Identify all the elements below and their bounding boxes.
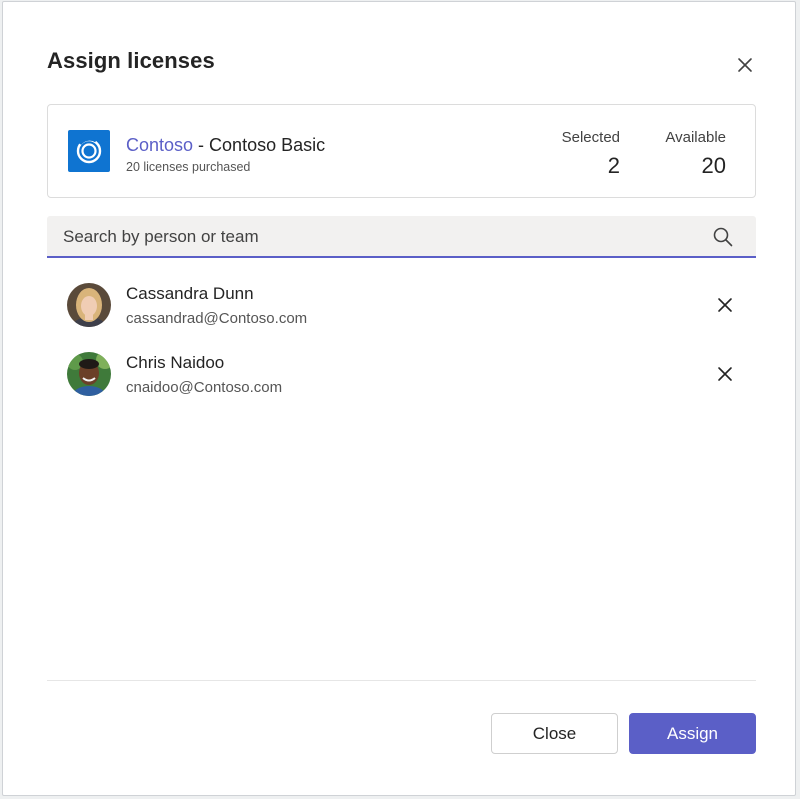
contoso-ring-icon (68, 130, 110, 172)
remove-person-button[interactable] (714, 294, 736, 316)
close-icon (718, 367, 732, 381)
search-input[interactable] (47, 216, 705, 258)
selected-person-row: Cassandra Dunn cassandrad@Contoso.com (67, 283, 757, 333)
remove-person-button[interactable] (714, 363, 736, 385)
footer-divider (47, 680, 756, 681)
selected-label: Selected (561, 129, 620, 146)
person-email: cassandrad@Contoso.com (126, 310, 308, 327)
license-summary-card: Contoso - Contoso Basic 20 licenses purc… (47, 104, 756, 198)
available-value: 20 (701, 153, 726, 178)
dialog-title: Assign licenses (47, 48, 215, 73)
assign-button[interactable]: Assign (629, 713, 756, 754)
person-name: Cassandra Dunn (126, 284, 254, 303)
license-product-name: Contoso - Contoso Basic (126, 135, 325, 156)
avatar (67, 352, 111, 396)
search-box (47, 216, 756, 258)
close-button[interactable]: Close (491, 713, 618, 754)
dialog-close-button[interactable] (733, 53, 757, 77)
person-email: cnaidoo@Contoso.com (126, 379, 283, 396)
close-icon (738, 58, 752, 72)
assign-licenses-dialog: Assign licenses Contoso - Contoso Basic … (2, 1, 796, 796)
selected-value: 2 (607, 153, 620, 178)
person-name: Chris Naidoo (126, 353, 225, 372)
selected-person-row: Chris Naidoo cnaidoo@Contoso.com (67, 352, 757, 402)
license-separator: - (193, 135, 210, 155)
avatar (67, 283, 111, 327)
close-icon (718, 298, 732, 312)
selected-stat: Selected 2 (548, 129, 620, 179)
available-label: Available (665, 129, 726, 146)
license-brand[interactable]: Contoso (126, 135, 193, 155)
available-stat: Available 20 (648, 129, 726, 179)
license-product: Contoso Basic (209, 135, 326, 155)
search-icon[interactable] (711, 225, 735, 249)
licenses-purchased-text: 20 licenses purchased (126, 160, 251, 174)
